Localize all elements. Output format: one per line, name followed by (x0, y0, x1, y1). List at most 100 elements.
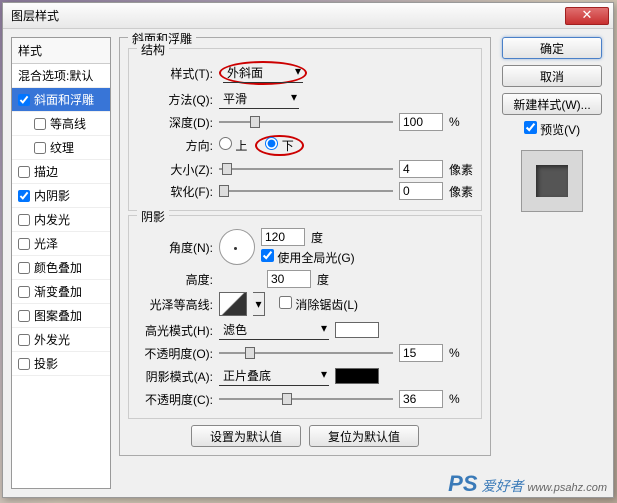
angle-input[interactable] (261, 228, 305, 246)
styles-sidebar: 样式 混合选项:默认斜面和浮雕等高线纹理描边内阴影内发光光泽颜色叠加渐变叠加图案… (11, 37, 111, 489)
depth-input[interactable] (399, 113, 443, 131)
new-style-button[interactable]: 新建样式(W)... (502, 93, 602, 115)
size-slider[interactable] (219, 161, 393, 177)
sidebar-item-checkbox[interactable] (34, 142, 46, 154)
depth-label: 深度(D): (137, 114, 213, 131)
bevel-emboss-panel: 斜面和浮雕 结构 样式(T): 外斜面 方法(Q): 平滑 (119, 37, 491, 456)
sidebar-item-label: 描边 (34, 163, 58, 180)
highlight-mode-label: 高光模式(H): (137, 322, 213, 339)
size-unit: 像素 (449, 161, 473, 178)
sidebar-item[interactable]: 渐变叠加 (12, 280, 110, 304)
angle-label: 角度(N): (137, 239, 213, 256)
altitude-label: 高度: (137, 271, 213, 288)
shading-title: 阴影 (137, 208, 169, 225)
sidebar-item[interactable]: 混合选项:默认 (12, 64, 110, 88)
sidebar-item-checkbox[interactable] (18, 190, 30, 202)
dialog-title: 图层样式 (7, 7, 565, 24)
sidebar-item-checkbox[interactable] (18, 310, 30, 322)
layer-style-dialog: 图层样式 ✕ 样式 混合选项:默认斜面和浮雕等高线纹理描边内阴影内发光光泽颜色叠… (2, 2, 614, 498)
sidebar-item[interactable]: 内阴影 (12, 184, 110, 208)
size-label: 大小(Z): (137, 161, 213, 178)
sidebar-item[interactable]: 颜色叠加 (12, 256, 110, 280)
sidebar-item[interactable]: 斜面和浮雕 (12, 88, 110, 112)
sidebar-item-checkbox[interactable] (18, 262, 30, 274)
sidebar-item-checkbox[interactable] (18, 238, 30, 250)
preview-checkbox[interactable]: 预览(V) (524, 121, 580, 138)
gloss-contour-dropdown[interactable]: ▾ (253, 292, 265, 316)
shadow-opacity-slider[interactable] (219, 391, 393, 407)
sidebar-item-label: 斜面和浮雕 (34, 91, 94, 108)
sidebar-item-checkbox[interactable] (18, 214, 30, 226)
soften-input[interactable] (399, 182, 443, 200)
close-button[interactable]: ✕ (565, 7, 609, 25)
shadow-mode-dropdown[interactable]: 正片叠底 (219, 366, 329, 386)
direction-down[interactable]: 下 (265, 139, 293, 153)
angle-unit: 度 (311, 229, 335, 246)
highlight-opacity-input[interactable] (399, 344, 443, 362)
sidebar-item-label: 内发光 (34, 211, 70, 228)
shading-group: 阴影 角度(N): 度 使用全局光(G) (128, 215, 482, 419)
structure-title: 结构 (137, 41, 169, 58)
shadow-color-swatch[interactable] (335, 368, 379, 384)
sidebar-item[interactable]: 投影 (12, 352, 110, 376)
highlight-color-swatch[interactable] (335, 322, 379, 338)
sidebar-item[interactable]: 外发光 (12, 328, 110, 352)
direction-down-highlight: 下 (255, 135, 303, 156)
shadow-opacity-unit: % (449, 392, 473, 406)
size-input[interactable] (399, 160, 443, 178)
sidebar-item[interactable]: 图案叠加 (12, 304, 110, 328)
sidebar-item-checkbox[interactable] (18, 334, 30, 346)
sidebar-item-label: 渐变叠加 (34, 283, 82, 300)
method-label: 方法(Q): (137, 91, 213, 108)
titlebar[interactable]: 图层样式 ✕ (3, 3, 613, 29)
cancel-button[interactable]: 取消 (502, 65, 602, 87)
sidebar-item-checkbox[interactable] (18, 166, 30, 178)
direction-up[interactable]: 上 (219, 137, 247, 154)
soften-slider[interactable] (219, 183, 393, 199)
highlight-mode-dropdown[interactable]: 滤色 (219, 320, 329, 340)
gloss-contour-label: 光泽等高线: (137, 296, 213, 313)
ok-button[interactable]: 确定 (502, 37, 602, 59)
style-dropdown[interactable]: 外斜面 (223, 63, 303, 83)
altitude-unit: 度 (317, 271, 341, 288)
style-highlight: 外斜面 (219, 61, 307, 85)
make-default-button[interactable]: 设置为默认值 (191, 425, 301, 447)
direction-radio-group: 上 下 (219, 135, 304, 156)
direction-label: 方向: (137, 137, 213, 154)
watermark: PS 爱好者 www.psahz.com (448, 471, 607, 497)
sidebar-item[interactable]: 纹理 (12, 136, 110, 160)
depth-unit: % (449, 115, 473, 129)
global-light-checkbox[interactable]: 使用全局光(G) (261, 249, 355, 266)
altitude-input[interactable] (267, 270, 311, 288)
sidebar-item-label: 图案叠加 (34, 307, 82, 324)
sidebar-item-label: 颜色叠加 (34, 259, 82, 276)
sidebar-item-label: 外发光 (34, 331, 70, 348)
preview-swatch (521, 150, 583, 212)
sidebar-item[interactable]: 等高线 (12, 112, 110, 136)
highlight-opacity-unit: % (449, 346, 473, 360)
reset-default-button[interactable]: 复位为默认值 (309, 425, 419, 447)
sidebar-item-label: 内阴影 (34, 187, 70, 204)
soften-unit: 像素 (449, 183, 473, 200)
sidebar-item[interactable]: 内发光 (12, 208, 110, 232)
antialias-checkbox[interactable]: 消除锯齿(L) (279, 296, 358, 313)
sidebar-item-label: 纹理 (50, 139, 74, 156)
sidebar-item-checkbox[interactable] (18, 94, 30, 106)
shadow-opacity-label: 不透明度(C): (137, 391, 213, 408)
sidebar-item-label: 投影 (34, 355, 58, 372)
gloss-contour-swatch[interactable] (219, 292, 247, 316)
shadow-opacity-input[interactable] (399, 390, 443, 408)
structure-group: 结构 样式(T): 外斜面 方法(Q): 平滑 深度(D): (128, 48, 482, 211)
depth-slider[interactable] (219, 114, 393, 130)
sidebar-item-checkbox[interactable] (34, 118, 46, 130)
soften-label: 软化(F): (137, 183, 213, 200)
angle-widget[interactable] (219, 229, 255, 265)
highlight-opacity-slider[interactable] (219, 345, 393, 361)
right-panel: 确定 取消 新建样式(W)... 预览(V) (499, 37, 605, 489)
sidebar-item-checkbox[interactable] (18, 286, 30, 298)
shadow-mode-label: 阴影模式(A): (137, 368, 213, 385)
sidebar-item[interactable]: 光泽 (12, 232, 110, 256)
sidebar-item[interactable]: 描边 (12, 160, 110, 184)
sidebar-item-checkbox[interactable] (18, 358, 30, 370)
method-dropdown[interactable]: 平滑 (219, 89, 299, 109)
